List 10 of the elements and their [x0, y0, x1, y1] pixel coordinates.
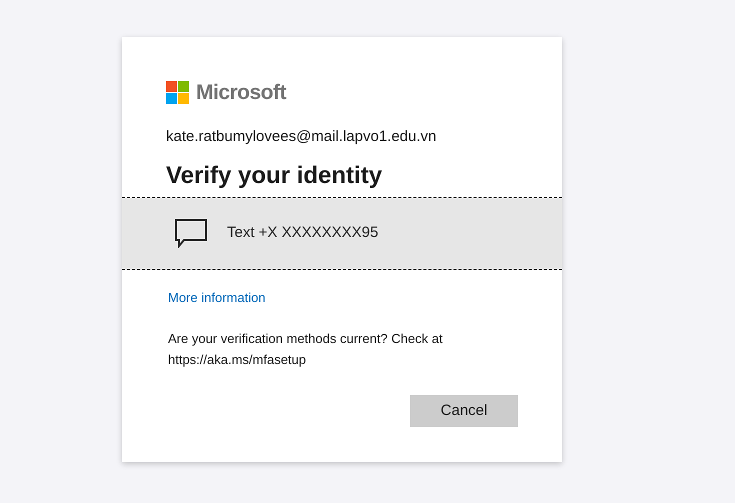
cancel-button[interactable]: Cancel — [410, 395, 518, 427]
more-information-link[interactable]: More information — [168, 288, 266, 307]
option-label: Text +X XXXXXXXX95 — [227, 222, 378, 243]
brand-name: Microsoft — [196, 82, 286, 103]
chat-bubble-icon — [174, 218, 208, 248]
account-email: kate.ratbumylovees@mail.lapvo1.edu.vn — [166, 127, 438, 147]
logo-icon — [166, 81, 189, 104]
verification-notice: Are your verification methods current? Check at https://aka.ms/mfasetup — [168, 330, 444, 369]
verification-option[interactable]: Text +X XXXXXXXX95 — [122, 198, 562, 270]
page-title: Verify your identity — [166, 160, 384, 190]
